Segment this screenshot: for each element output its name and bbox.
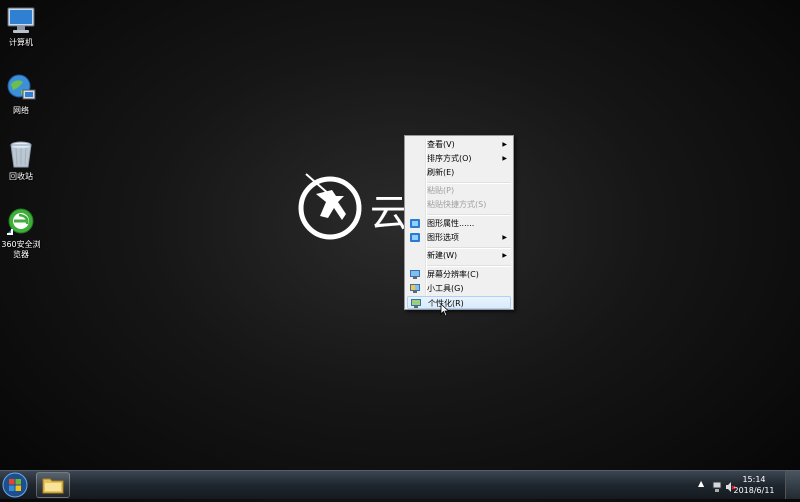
submenu-arrow-icon: ▶ bbox=[502, 155, 507, 162]
clock-date: 2018/6/11 bbox=[733, 486, 775, 495]
360-browser-icon bbox=[5, 206, 37, 238]
menu-item-screen-resolution[interactable]: 屏幕分辨率(C) bbox=[407, 268, 511, 281]
menu-item-gadgets[interactable]: 小工具(G) bbox=[407, 282, 511, 295]
menu-item-graphics-properties[interactable]: 图形属性...... bbox=[407, 217, 511, 230]
network-tray-icon[interactable] bbox=[712, 478, 723, 497]
taskbar-clock[interactable]: 15:14 2018/6/11 bbox=[732, 474, 776, 496]
graphics-icon bbox=[410, 233, 420, 242]
network-icon bbox=[5, 72, 37, 104]
desktop-icon-360-browser[interactable]: 360安全浏览器 bbox=[0, 202, 42, 260]
windows-start-icon bbox=[2, 472, 28, 498]
menu-item-refresh[interactable]: 刷新(E) bbox=[407, 166, 511, 179]
desktop-icon-network[interactable]: 网络 bbox=[0, 68, 42, 116]
menu-item-label: 图形选项 bbox=[427, 233, 459, 242]
display-icon bbox=[410, 270, 420, 279]
menu-item-paste-shortcut[interactable]: 粘贴快捷方式(S) bbox=[407, 198, 511, 211]
personalize-icon bbox=[411, 299, 421, 308]
computer-icon bbox=[5, 4, 37, 36]
show-hidden-icons-chevron[interactable]: ▲ bbox=[698, 479, 704, 488]
clock-time: 15:14 bbox=[742, 475, 766, 484]
taskbar: ▲ 15:14 2018/6/11 bbox=[0, 470, 800, 499]
submenu-arrow-icon: ▶ bbox=[502, 252, 507, 259]
desktop-icon-recycle-bin[interactable]: 回收站 bbox=[0, 134, 42, 182]
menu-item-label: 新建(W) bbox=[427, 251, 458, 260]
menu-item-view[interactable]: 查看(V) ▶ bbox=[407, 138, 511, 151]
menu-item-label: 图形属性...... bbox=[427, 219, 475, 228]
graphics-icon bbox=[410, 219, 420, 228]
desktop-icon-computer[interactable]: 计算机 bbox=[0, 0, 42, 48]
menu-item-label: 刷新(E) bbox=[427, 168, 455, 177]
menu-item-label: 屏幕分辨率(C) bbox=[427, 270, 479, 279]
menu-item-sort-by[interactable]: 排序方式(O) ▶ bbox=[407, 152, 511, 165]
show-desktop-button[interactable] bbox=[785, 471, 800, 499]
menu-item-paste[interactable]: 粘贴(P) bbox=[407, 184, 511, 197]
start-button[interactable] bbox=[1, 472, 29, 498]
submenu-arrow-icon: ▶ bbox=[502, 141, 507, 148]
menu-item-graphics-options[interactable]: 图形选项 ▶ bbox=[407, 231, 511, 244]
gadgets-icon bbox=[410, 284, 420, 293]
recycle-bin-icon bbox=[5, 138, 37, 170]
menu-item-new[interactable]: 新建(W) ▶ bbox=[407, 249, 511, 262]
desktop[interactable]: 计算机 网络 回收站 360安全浏览器 云 查看(V) ▶ 排序方式(O) ▶ … bbox=[0, 0, 800, 470]
menu-item-label: 粘贴快捷方式(S) bbox=[427, 200, 487, 209]
desktop-icon-label: 360安全浏览器 bbox=[1, 240, 41, 259]
wallpaper-logo-text: 云 bbox=[370, 191, 408, 235]
menu-item-label: 排序方式(O) bbox=[427, 154, 472, 163]
submenu-arrow-icon: ▶ bbox=[502, 234, 507, 241]
desktop-icon-label: 回收站 bbox=[9, 172, 33, 181]
mouse-pointer-icon bbox=[440, 302, 450, 321]
menu-separator bbox=[427, 214, 511, 216]
system-tray: ▲ bbox=[696, 471, 736, 499]
menu-item-label: 小工具(G) bbox=[427, 284, 464, 293]
taskbar-explorer-button[interactable] bbox=[36, 472, 70, 498]
menu-item-label: 粘贴(P) bbox=[427, 186, 455, 195]
desktop-icon-label: 网络 bbox=[13, 106, 29, 115]
desktop-context-menu: 查看(V) ▶ 排序方式(O) ▶ 刷新(E) 粘贴(P) 粘贴快捷方式(S) … bbox=[404, 135, 514, 310]
desktop-icon-label: 计算机 bbox=[9, 38, 33, 47]
menu-separator bbox=[427, 265, 511, 267]
file-explorer-icon bbox=[42, 478, 64, 494]
menu-item-personalize[interactable]: 个性化(R) bbox=[407, 296, 511, 309]
menu-item-label: 查看(V) bbox=[427, 140, 455, 149]
